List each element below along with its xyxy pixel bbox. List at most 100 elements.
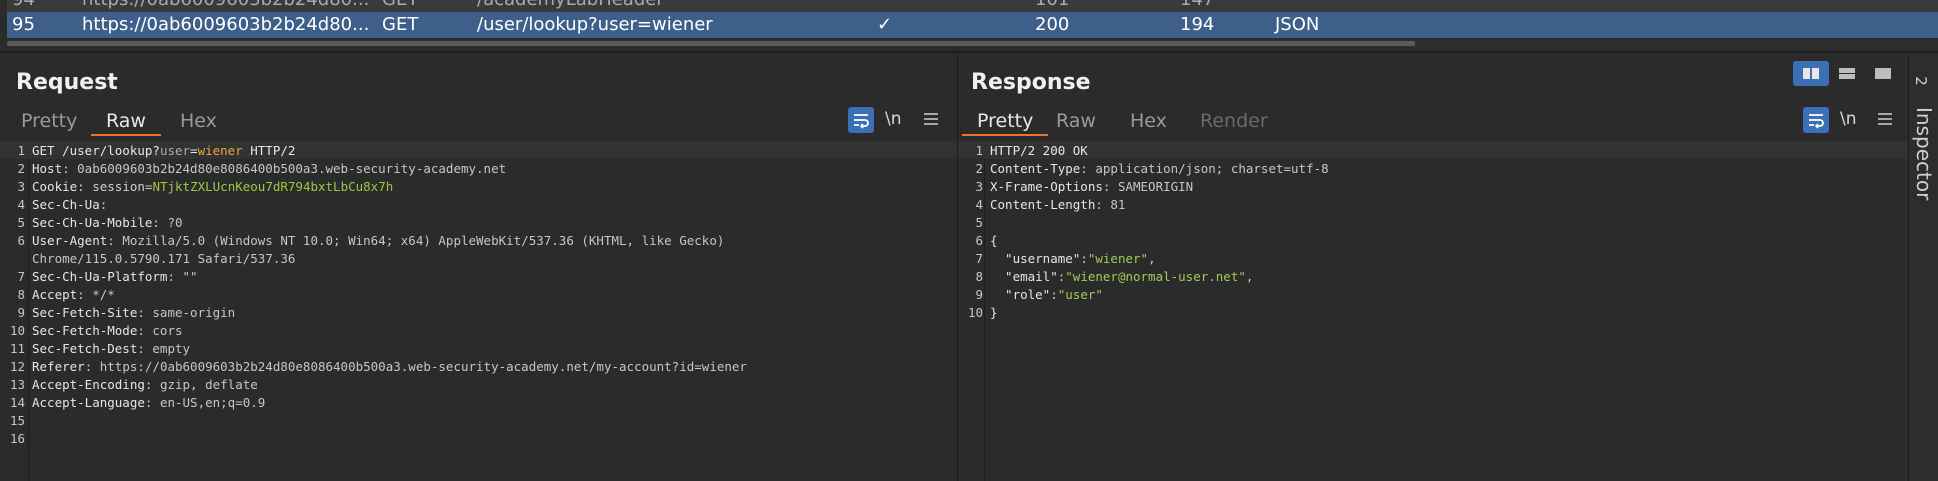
code-line[interactable]: 5 Sec-Ch-Ua-Mobile: ?0 [0,213,957,231]
line-content: Sec-Fetch-Mode: cors [32,323,183,338]
code-token: "wiener@normal-user.net" [1065,269,1246,284]
code-token: : Mozilla/5.0 (Windows NT 10.0; Win64; x… [107,233,725,248]
line-number: 10 [967,305,983,320]
line-content: User-Agent: Mozilla/5.0 (Windows NT 10.0… [32,233,724,248]
menu-button[interactable] [922,110,940,136]
code-line[interactable]: 6 User-Agent: Mozilla/5.0 (Windows NT 10.… [0,231,957,249]
tab-hex[interactable]: Hex [1115,106,1182,136]
code-token: : application/json; charset=utf-8 [1080,161,1329,176]
code-token: : en-US,en;q=0.9 [144,395,266,410]
code-token: Accept-Encoding [32,377,145,392]
response-title: Response [971,70,1091,95]
line-content: "username":"wiener", [990,251,1156,266]
code-line[interactable]: 10} [958,303,1908,321]
horizontal-scrollbar[interactable] [7,40,1938,47]
code-line[interactable]: 16 [0,429,957,447]
row-url: /user/lookup?user=wiener [477,14,713,35]
code-line[interactable]: 9 "role":"user" [958,285,1908,303]
line-number: 8 [975,269,983,284]
line-number: 3 [17,179,25,194]
code-line[interactable]: 11 Sec-Fetch-Dest: empty [0,339,957,357]
code-line[interactable]: 2 Content-Type: application/json; charset… [958,159,1908,177]
scrollbar-thumb[interactable] [7,41,1415,46]
code-token: Sec-Fetch-Site [32,305,138,320]
tab-pretty[interactable]: Pretty [6,106,92,136]
line-content: Accept: */* [32,287,115,302]
line-content: Sec-Fetch-Dest: empty [32,341,190,356]
side-by-side-layout-button[interactable] [1793,61,1829,86]
code-line[interactable]: 1 HTTP/2 200 OK [958,141,1908,159]
rows-layout-icon [1839,68,1855,79]
line-number: 1 [975,143,983,158]
code-token: User-Agent [32,233,108,248]
code-token: Sec-Fetch-Mode [32,323,138,338]
code-line[interactable]: 3 Cookie: session=NTjktZXLUcnKeou7dR794bx… [0,177,957,195]
code-token: "email" [990,269,1058,284]
inspector-label[interactable]: Inspector [1912,107,1936,200]
code-line[interactable]: 6{ [958,231,1908,249]
tab-pretty[interactable]: Pretty [962,106,1049,136]
code-line[interactable]: 8 Accept: */* [0,285,957,303]
code-token: : cors [137,323,183,338]
line-content: X-Frame-Options: SAMEORIGIN [990,179,1193,194]
code-token: HTTP/2 [242,143,296,158]
code-token: : [99,197,108,212]
code-line[interactable]: 4 Sec-Ch-Ua: [0,195,957,213]
inspector-sidebar[interactable]: 2 Inspector [1908,54,1938,481]
newline-toggle-button[interactable]: \n [885,109,902,135]
code-token: , [1245,269,1254,284]
tab-raw[interactable]: Raw [1041,106,1111,136]
line-content: Referer: https://0ab6009603b2b24d80e8086… [32,359,747,374]
word-wrap-icon [1809,114,1824,129]
code-line[interactable]: 5 [958,213,1908,231]
row-mime-type: JSON [1275,14,1320,35]
code-line[interactable]: 10 Sec-Fetch-Mode: cors [0,321,957,339]
line-content: Accept-Language: en-US,en;q=0.9 [32,395,265,410]
code-token: { [990,233,998,248]
line-number: 16 [9,431,25,446]
word-wrap-button[interactable] [1803,107,1829,133]
code-line[interactable]: 2 Host: 0ab6009603b2b24d80e8086400b500a3.… [0,159,957,177]
line-content: Sec-Ch-Ua-Platform: "" [32,269,198,284]
menu-button[interactable] [1876,110,1894,136]
code-line[interactable]: 3 X-Frame-Options: SAMEORIGIN [958,177,1908,195]
code-line[interactable]: 13 Accept-Encoding: gzip, deflate [0,375,957,393]
line-content: Sec-Ch-Ua-Mobile: ?0 [32,215,183,230]
newline-toggle-button[interactable]: \n [1840,109,1857,135]
code-line[interactable]: 8 "email":"wiener@normal-user.net", [958,267,1908,285]
code-token: Host [32,161,63,176]
word-wrap-button[interactable] [848,107,874,133]
code-line[interactable]: 7 Sec-Ch-Ua-Platform: "" [0,267,957,285]
request-editor[interactable]: 1 GET /user/lookup?user=wiener HTTP/2 2 Hos… [0,141,957,481]
request-pane: Request Pretty Raw Hex \n 1 GET /user/loo… [0,54,957,481]
history-row-selected[interactable]: 95 https://0ab6009603b2b24d80... GET /us… [7,12,1938,38]
line-number: 5 [975,215,983,230]
code-line[interactable]: 9 Sec-Fetch-Site: same-origin [0,303,957,321]
code-token: Accept-Language [32,395,145,410]
tab-hex[interactable]: Hex [165,106,232,136]
single-pane-layout-icon [1875,68,1891,79]
line-number: 4 [17,197,25,212]
tab-raw[interactable]: Raw [91,106,161,136]
code-line[interactable]: 1 GET /user/lookup?user=wiener HTTP/2 [0,141,957,159]
tabbed-layout-button[interactable] [1865,61,1901,86]
code-line[interactable]: 4 Content-Length: 81 [958,195,1908,213]
split-divider[interactable] [0,51,1938,53]
code-line[interactable]: 12 Referer: https://0ab6009603b2b24d80e80… [0,357,957,375]
code-token: : same-origin [137,305,236,320]
line-number: 9 [975,287,983,302]
row-host: https://0ab6009603b2b24d80... [82,14,370,35]
row-method: GET [382,0,418,10]
tab-render[interactable]: Render [1185,106,1283,136]
response-editor[interactable]: 1 HTTP/2 200 OK 2 Content-Type: application… [958,141,1908,481]
line-content: Sec-Fetch-Site: same-origin [32,305,235,320]
code-line[interactable]: 15 [0,411,957,429]
row-status: 200 [1035,14,1070,35]
stacked-layout-button[interactable] [1829,61,1865,86]
code-token: : "" [167,269,198,284]
line-content: { [990,233,998,248]
code-line[interactable]: 14 Accept-Language: en-US,en;q=0.9 [0,393,957,411]
row-number: 94 [12,0,35,10]
code-line[interactable]: Chrome/115.0.5790.171 Safari/537.36 [0,249,957,267]
code-line[interactable]: 7 "username":"wiener", [958,249,1908,267]
